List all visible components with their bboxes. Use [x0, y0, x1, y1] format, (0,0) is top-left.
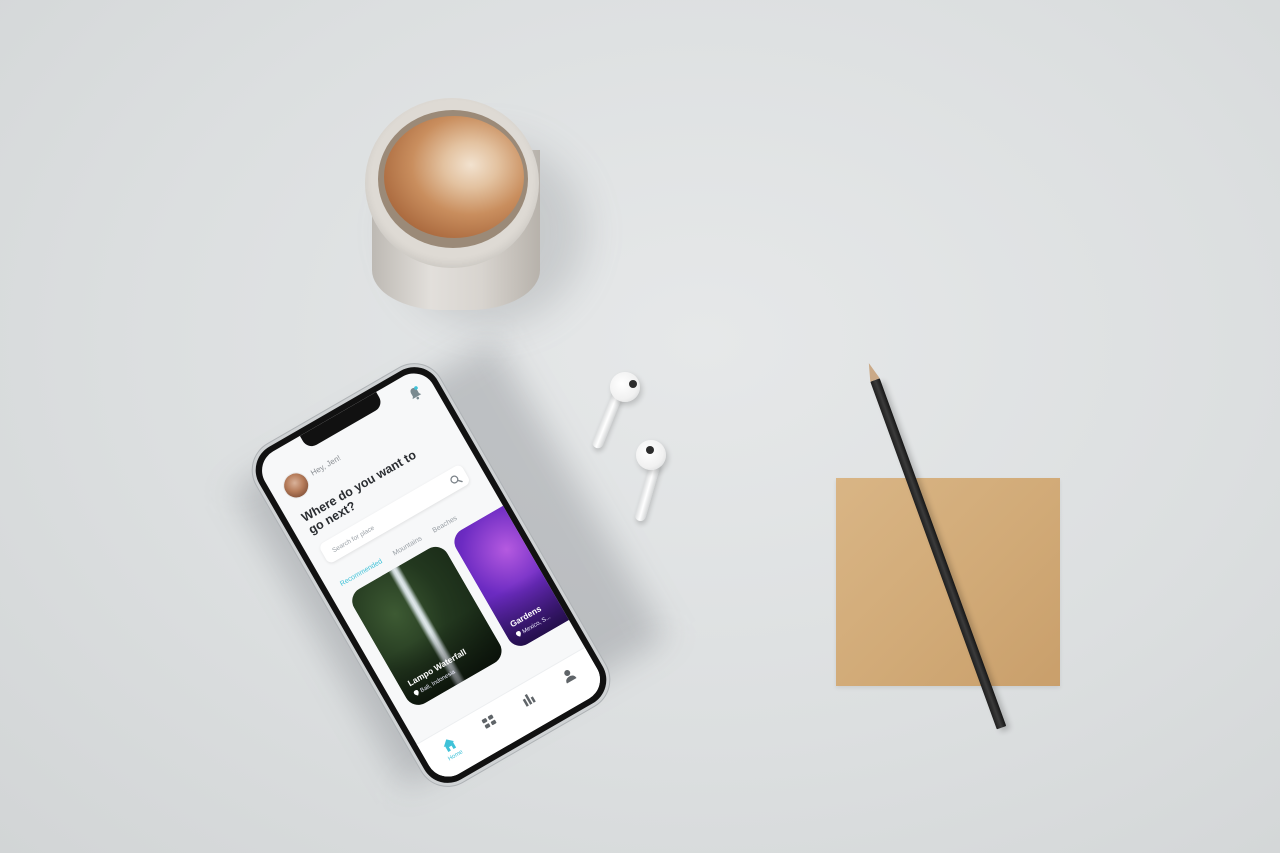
avatar[interactable]	[278, 467, 314, 504]
tab-beaches[interactable]: Beaches	[432, 515, 459, 535]
greeting-text: Hey, Jen!	[309, 453, 343, 478]
profile-icon	[564, 670, 577, 684]
desk-scene: Hey, Jen! Where do you want to go next?	[0, 0, 1280, 853]
coffee-surface	[384, 116, 524, 238]
bell-icon[interactable]	[406, 385, 423, 403]
nav-gallery[interactable]	[469, 706, 508, 738]
gallery-icon	[481, 714, 497, 729]
chart-icon	[522, 694, 536, 707]
nav-stats[interactable]	[509, 683, 548, 715]
pin-icon	[515, 631, 521, 637]
nav-profile[interactable]	[549, 660, 588, 692]
pin-icon	[413, 690, 419, 696]
nav-home[interactable]: Home	[430, 729, 473, 768]
search-icon[interactable]	[447, 471, 463, 487]
